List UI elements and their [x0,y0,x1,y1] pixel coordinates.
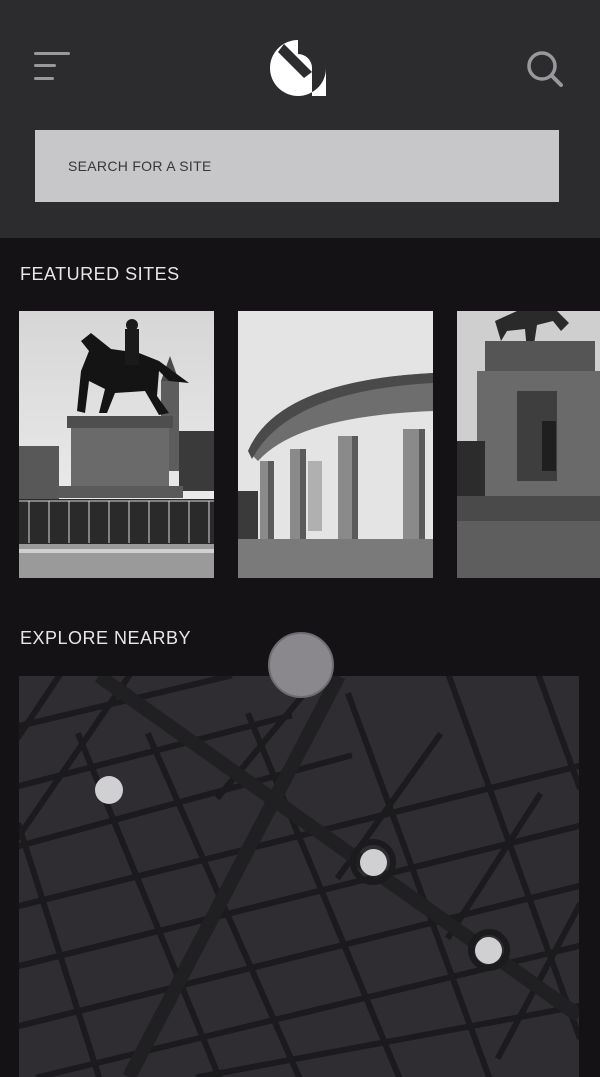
explore-nearby-heading: EXPLORE NEARBY [20,628,192,648]
featured-site-card[interactable] [238,311,433,578]
monument-pedestal-photo [457,311,600,578]
featured-site-card[interactable] [457,311,600,578]
map-streets [19,676,579,1077]
nearby-map[interactable] [19,676,579,1077]
site-search-input[interactable] [35,130,559,202]
hamburger-menu-icon[interactable] [34,50,70,82]
map-pin[interactable] [360,849,387,876]
magnifier-icon[interactable] [526,50,564,88]
app-logo-icon[interactable] [268,38,328,98]
map-pin[interactable] [475,937,502,964]
colonnade-monument-photo [238,311,433,578]
featured-site-card[interactable] [19,311,214,578]
top-bar [0,0,600,238]
map-pin[interactable] [95,776,123,804]
current-location-marker[interactable] [268,632,334,698]
featured-sites-heading: FEATURED SITES [20,264,180,284]
equestrian-statue-photo [19,311,214,578]
